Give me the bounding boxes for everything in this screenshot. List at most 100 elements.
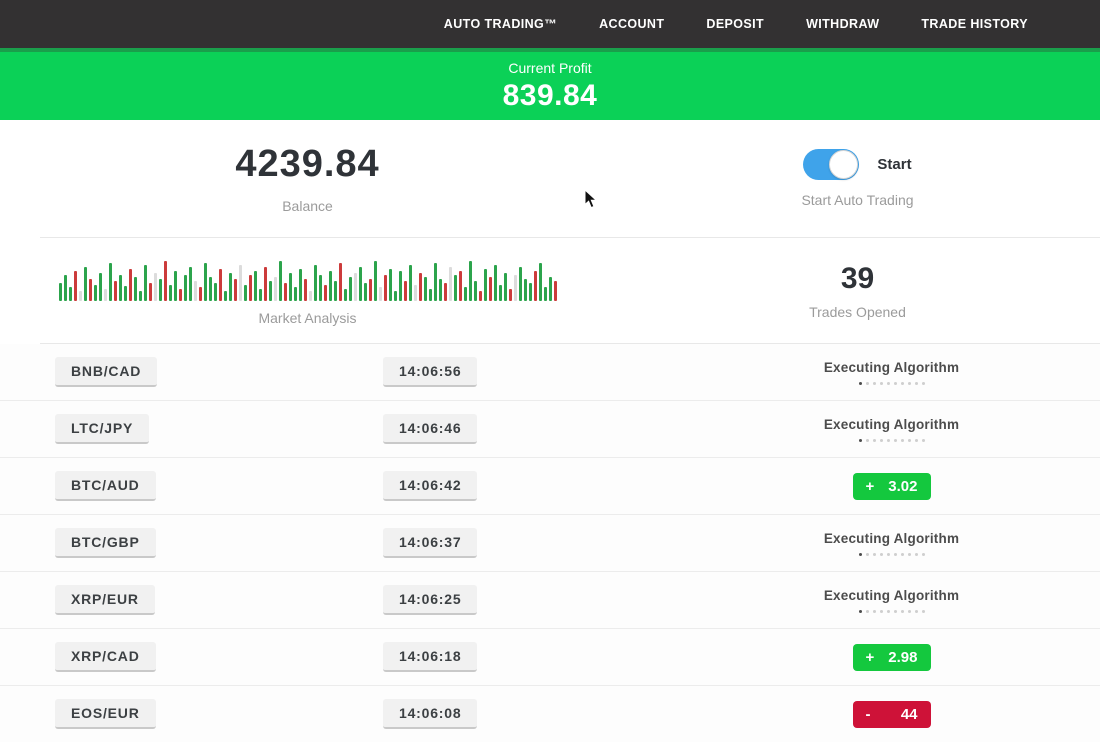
market-bar	[319, 275, 322, 301]
nav-item[interactable]: ACCOUNT	[599, 17, 664, 31]
trades-opened-label: Trades Opened	[809, 304, 906, 320]
pair-pill[interactable]: LTC/JPY	[55, 414, 149, 444]
market-bar	[69, 287, 72, 301]
progress-dot	[894, 553, 897, 556]
market-bar	[314, 265, 317, 301]
progress-dot	[915, 610, 918, 613]
pair-pill[interactable]: BNB/CAD	[55, 357, 157, 387]
market-analysis-block: Market Analysis	[0, 255, 615, 326]
auto-trading-toggle[interactable]	[803, 149, 859, 180]
current-profit-label: Current Profit	[508, 60, 591, 76]
progress-dot	[866, 610, 869, 613]
market-bar	[209, 277, 212, 301]
time-pill: 14:06:42	[383, 471, 477, 501]
progress-dot	[901, 382, 904, 385]
market-analysis-chart	[59, 255, 557, 301]
progress-dot	[922, 439, 925, 442]
auto-trading-block: Start Start Auto Trading	[615, 149, 1100, 208]
market-bar	[219, 269, 222, 301]
market-bar	[514, 275, 517, 301]
market-bar	[354, 273, 357, 301]
progress-dots	[859, 553, 925, 556]
progress-dot	[894, 610, 897, 613]
nav-item[interactable]: TRADE HISTORY	[921, 17, 1028, 31]
market-bar	[549, 277, 552, 301]
trade-row: XRP/CAD 14:06:18 +2.98	[0, 629, 1100, 686]
balance-label: Balance	[282, 198, 333, 214]
progress-dot	[866, 553, 869, 556]
market-bar	[529, 283, 532, 301]
trade-status: -44	[683, 701, 1100, 728]
market-bar	[234, 279, 237, 301]
market-bar	[154, 273, 157, 301]
trade-status: Executing Algorithm	[683, 531, 1100, 556]
current-profit-value: 839.84	[503, 79, 598, 113]
market-bar	[164, 261, 167, 301]
market-bar	[264, 267, 267, 301]
progress-dot	[887, 439, 890, 442]
market-bar	[259, 289, 262, 301]
market-bar	[369, 279, 372, 301]
nav-item[interactable]: AUTO TRADING™	[444, 17, 557, 31]
executing-label: Executing Algorithm	[824, 588, 959, 603]
market-bar	[299, 269, 302, 301]
toggle-knob-icon	[829, 150, 858, 179]
progress-dots	[859, 439, 925, 442]
trade-status: +2.98	[683, 644, 1100, 671]
pair-pill[interactable]: BTC/AUD	[55, 471, 156, 501]
progress-dot	[894, 439, 897, 442]
time-pill: 14:06:56	[383, 357, 477, 387]
market-bar	[254, 271, 257, 301]
progress-dot	[880, 610, 883, 613]
market-bar	[214, 283, 217, 301]
trade-row: XRP/EUR 14:06:25 Executing Algorithm	[0, 572, 1100, 629]
trade-status: Executing Algorithm	[683, 360, 1100, 385]
pair-pill[interactable]: XRP/CAD	[55, 642, 156, 672]
progress-dot	[915, 382, 918, 385]
market-bar	[414, 285, 417, 301]
market-bar	[339, 263, 342, 301]
nav-item[interactable]: DEPOSIT	[706, 17, 764, 31]
toggle-label: Start	[877, 156, 911, 173]
progress-dot	[873, 382, 876, 385]
market-bar	[519, 267, 522, 301]
market-bar	[309, 291, 312, 301]
progress-dot	[908, 382, 911, 385]
market-bar	[144, 265, 147, 301]
pair-pill[interactable]: EOS/EUR	[55, 699, 156, 729]
trade-status: +3.02	[683, 473, 1100, 500]
progress-dot	[866, 439, 869, 442]
progress-dot	[880, 382, 883, 385]
market-bar	[269, 281, 272, 301]
market-bar	[189, 267, 192, 301]
balance-row: 4239.84 Balance Start Start Auto Trading	[0, 120, 1100, 237]
market-bar	[469, 261, 472, 301]
nav-item[interactable]: WITHDRAW	[806, 17, 879, 31]
profit-badge: +3.02	[853, 473, 931, 500]
pair-pill[interactable]: BTC/GBP	[55, 528, 156, 558]
progress-dots	[859, 382, 925, 385]
market-bar	[449, 267, 452, 301]
market-bar	[534, 271, 537, 301]
progress-dot	[894, 382, 897, 385]
market-bar	[239, 265, 242, 301]
result-sign: -	[866, 706, 871, 723]
loss-badge: -44	[853, 701, 931, 728]
market-bar	[194, 281, 197, 301]
market-bar	[459, 271, 462, 301]
market-bar	[329, 271, 332, 301]
time-pill: 14:06:08	[383, 699, 477, 729]
profit-badge: +2.98	[853, 644, 931, 671]
progress-dot	[887, 382, 890, 385]
market-bar	[124, 286, 127, 301]
progress-dot	[908, 610, 911, 613]
market-bar	[249, 275, 252, 301]
pair-pill[interactable]: XRP/EUR	[55, 585, 155, 615]
progress-dot	[922, 610, 925, 613]
market-bar	[289, 273, 292, 301]
market-bar	[179, 289, 182, 301]
market-bar	[539, 263, 542, 301]
market-bar	[324, 285, 327, 301]
current-profit-banner: Current Profit 839.84	[0, 48, 1100, 120]
market-bar	[99, 273, 102, 301]
